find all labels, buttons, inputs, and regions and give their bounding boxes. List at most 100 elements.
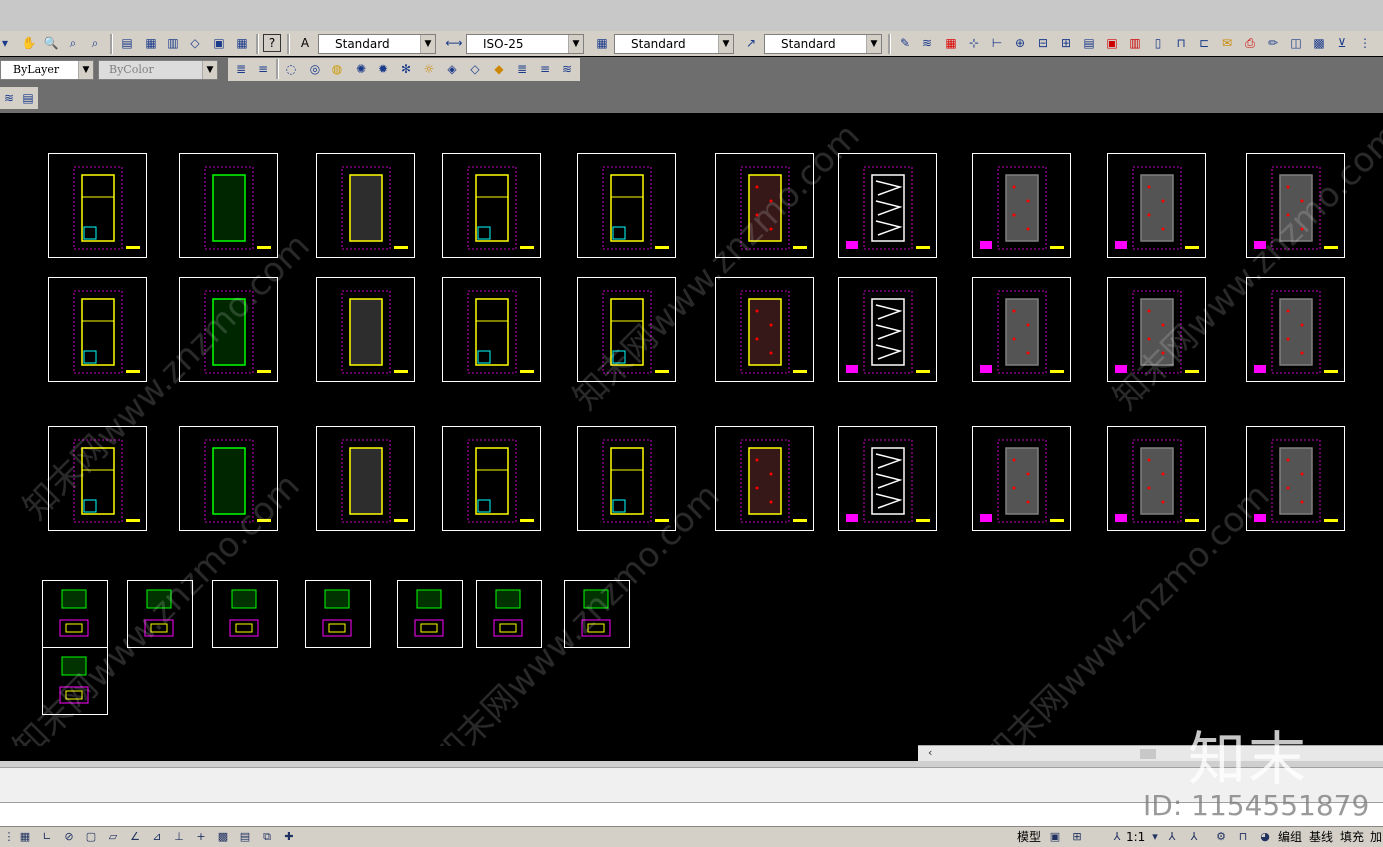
dim-linear-icon[interactable]: ⊕ bbox=[1011, 34, 1029, 52]
quick-view-icon[interactable]: ⊞ bbox=[1068, 828, 1086, 846]
drawing-sheet[interactable] bbox=[838, 426, 937, 531]
zoom-previous-icon[interactable]: ⌕ bbox=[86, 34, 104, 52]
drawing-sheet[interactable] bbox=[715, 426, 814, 531]
multileader-style-select[interactable]: Standard ▼ bbox=[764, 34, 882, 54]
layer-states-icon[interactable]: ≋ bbox=[918, 34, 936, 52]
dim-aligned-icon[interactable]: ⊟ bbox=[1034, 34, 1052, 52]
isolate-objects-icon[interactable]: ◕ bbox=[1256, 828, 1274, 846]
auto-scale-icon[interactable]: ⅄ bbox=[1185, 828, 1203, 846]
color-select[interactable]: ByColor ▼ bbox=[98, 60, 218, 80]
properties-icon[interactable]: ▤ bbox=[118, 34, 136, 52]
drawing-sheet[interactable] bbox=[577, 153, 676, 258]
drawing-sheet[interactable] bbox=[972, 153, 1071, 258]
group-label[interactable]: 编组 bbox=[1278, 829, 1302, 845]
pan-icon[interactable]: ✋ bbox=[20, 34, 38, 52]
match-properties-icon[interactable]: ✎ bbox=[896, 34, 914, 52]
table-style-icon[interactable]: ▦ bbox=[593, 34, 611, 52]
linetype-select[interactable]: ByLayer ▼ bbox=[0, 60, 94, 80]
drawing-sheet[interactable] bbox=[316, 426, 415, 531]
drawing-sheet[interactable] bbox=[1107, 426, 1206, 531]
dim-style-icon[interactable]: ⟷ bbox=[445, 34, 463, 52]
pencil-icon[interactable]: ✏ bbox=[1264, 34, 1282, 52]
viewport-icon[interactable]: ▯ bbox=[1149, 34, 1167, 52]
annotation-scale[interactable]: 1:1 bbox=[1126, 829, 1145, 845]
drawing-sheet[interactable] bbox=[442, 426, 541, 531]
dropdown-arrow-icon[interactable]: ▾ bbox=[0, 34, 10, 52]
drawing-sheet[interactable] bbox=[838, 277, 937, 382]
horizontal-scrollbar[interactable]: ‹ bbox=[918, 745, 1383, 762]
layout-view-icon[interactable]: ▣ bbox=[1046, 828, 1064, 846]
drawing-sheet[interactable] bbox=[48, 277, 147, 382]
object-snap-icon[interactable]: ▢ bbox=[82, 828, 100, 846]
workspace-settings-icon[interactable]: ▤ bbox=[19, 89, 37, 107]
scroll-left-icon[interactable]: ‹ bbox=[928, 746, 932, 759]
ortho-mode-icon[interactable]: ∟ bbox=[38, 828, 56, 846]
layer-thaw-icon[interactable]: ✹ bbox=[374, 60, 392, 78]
layer-merge-icon[interactable]: ≣ bbox=[513, 60, 531, 78]
calculator-icon[interactable]: ▦ bbox=[233, 34, 251, 52]
drawing-sheet[interactable] bbox=[442, 277, 541, 382]
table-icon[interactable]: ▤ bbox=[1080, 34, 1098, 52]
layer-unlock-icon[interactable]: ◇ bbox=[466, 60, 484, 78]
layer-on-icon[interactable]: ◌ bbox=[282, 60, 300, 78]
lock-icon[interactable]: ⊓ bbox=[1234, 828, 1252, 846]
grid-table-icon[interactable]: ▦ bbox=[942, 34, 960, 52]
bulb-icon[interactable]: ◍ bbox=[328, 60, 346, 78]
layer-match-icon[interactable]: ◆ bbox=[490, 60, 508, 78]
layer-stack-icon[interactable]: ≣ bbox=[232, 60, 250, 78]
layer-lock-icon[interactable]: ◈ bbox=[443, 60, 461, 78]
grid-display-icon[interactable]: ▦ bbox=[16, 828, 34, 846]
multileader-style-icon[interactable]: ↗ bbox=[742, 34, 760, 52]
text-style-icon[interactable]: A bbox=[296, 34, 314, 52]
layer-isolate-icon[interactable]: ◎ bbox=[306, 60, 324, 78]
baseline-label[interactable]: 基线 bbox=[1309, 829, 1333, 845]
layer-delete-icon[interactable]: ≋ bbox=[558, 60, 576, 78]
ducs-icon[interactable]: ⊿ bbox=[148, 828, 166, 846]
fill-label[interactable]: 填充 bbox=[1340, 829, 1364, 845]
dynamic-input-icon[interactable]: ⊥ bbox=[170, 828, 188, 846]
layer-freeze-icon[interactable]: ✺ bbox=[352, 60, 370, 78]
sun-icon[interactable]: ☼ bbox=[420, 60, 438, 78]
drawing-sheet[interactable] bbox=[48, 153, 147, 258]
door-icon[interactable]: ⊓ bbox=[1172, 34, 1190, 52]
polar-tracking-icon[interactable]: ⊘ bbox=[60, 828, 78, 846]
workspace-switch-icon[interactable]: ⚙ bbox=[1212, 828, 1230, 846]
design-center-icon[interactable]: ▦ bbox=[142, 34, 160, 52]
quick-properties-icon[interactable]: ▤ bbox=[236, 828, 254, 846]
tool-palettes-icon[interactable]: ▥ bbox=[164, 34, 182, 52]
detail-sheet[interactable] bbox=[212, 580, 278, 648]
block-icon[interactable]: ⊹ bbox=[965, 34, 983, 52]
attribute-icon[interactable]: ⊢ bbox=[988, 34, 1006, 52]
drawing-sheet[interactable] bbox=[316, 153, 415, 258]
snap-icon[interactable]: ⋮ bbox=[1356, 34, 1374, 52]
layer-walk-icon[interactable]: ≡ bbox=[536, 60, 554, 78]
help-icon[interactable]: ? bbox=[263, 34, 281, 52]
drawing-sheet[interactable] bbox=[715, 277, 814, 382]
sheet-set-icon[interactable]: ◇ bbox=[186, 34, 204, 52]
annotation-scale-icon[interactable]: ⅄ bbox=[1108, 828, 1126, 846]
drawing-sheet[interactable] bbox=[1246, 277, 1345, 382]
zoom-realtime-icon[interactable]: 🔍 bbox=[42, 34, 60, 52]
drawing-sheet[interactable] bbox=[316, 277, 415, 382]
markup-icon[interactable]: ▣ bbox=[210, 34, 228, 52]
table-style-select[interactable]: Standard ▼ bbox=[614, 34, 734, 54]
drawing-sheet[interactable] bbox=[972, 277, 1071, 382]
selection-cycling-icon[interactable]: ⧉ bbox=[258, 828, 276, 846]
otrack-icon[interactable]: ∠ bbox=[126, 828, 144, 846]
detail-sheet[interactable] bbox=[397, 580, 463, 648]
workspace-icon[interactable]: ≋ bbox=[0, 89, 18, 107]
scale-dropdown-icon[interactable]: ▾ bbox=[1146, 828, 1164, 846]
scroll-thumb[interactable] bbox=[1140, 749, 1156, 759]
text-style-select[interactable]: Standard ▼ bbox=[318, 34, 436, 54]
drawing-sheet[interactable] bbox=[972, 426, 1071, 531]
symbol-icon[interactable]: ⊻ bbox=[1333, 34, 1351, 52]
add-label[interactable]: 加 bbox=[1370, 829, 1382, 845]
annotation-visibility-icon[interactable]: ⅄ bbox=[1163, 828, 1181, 846]
mail-icon[interactable]: ✉ bbox=[1218, 34, 1236, 52]
3d-osnap-icon[interactable]: ▱ bbox=[104, 828, 122, 846]
dim-style-select[interactable]: ISO-25 ▼ bbox=[466, 34, 584, 54]
sheet-icon[interactable]: ▣ bbox=[1103, 34, 1121, 52]
transparency-icon[interactable]: ▩ bbox=[214, 828, 232, 846]
window-icon[interactable]: ⊏ bbox=[1195, 34, 1213, 52]
dim-baseline-icon[interactable]: ⊞ bbox=[1057, 34, 1075, 52]
